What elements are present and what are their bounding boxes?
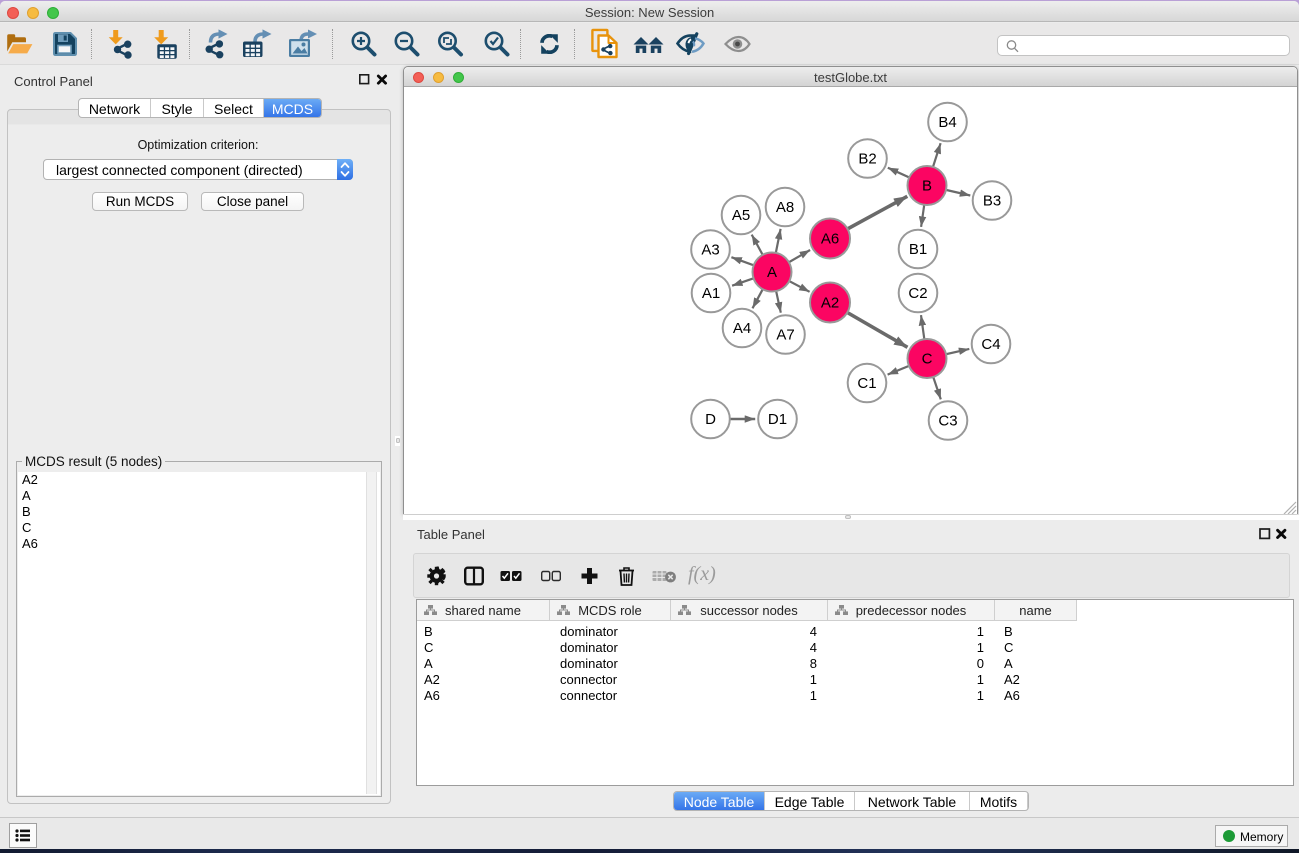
svg-text:B2: B2 [858, 151, 876, 168]
svg-text:C3: C3 [938, 413, 957, 430]
svg-text:C2: C2 [908, 285, 927, 302]
svg-text:A2: A2 [821, 295, 839, 312]
svg-text:A3: A3 [701, 242, 719, 259]
svg-text:A: A [767, 264, 777, 281]
svg-text:A7: A7 [776, 327, 794, 344]
svg-text:B3: B3 [983, 193, 1001, 210]
svg-text:B1: B1 [909, 241, 927, 258]
svg-text:C: C [922, 351, 933, 368]
svg-text:A8: A8 [776, 199, 794, 216]
svg-text:C1: C1 [857, 375, 876, 392]
svg-text:A6: A6 [821, 231, 839, 248]
svg-text:A4: A4 [733, 320, 751, 337]
svg-text:A1: A1 [702, 285, 720, 302]
svg-text:B4: B4 [938, 114, 956, 131]
svg-text:C4: C4 [981, 336, 1000, 353]
svg-text:D1: D1 [768, 411, 787, 428]
svg-text:D: D [705, 411, 716, 428]
svg-text:A5: A5 [732, 207, 750, 224]
svg-text:B: B [922, 178, 932, 195]
